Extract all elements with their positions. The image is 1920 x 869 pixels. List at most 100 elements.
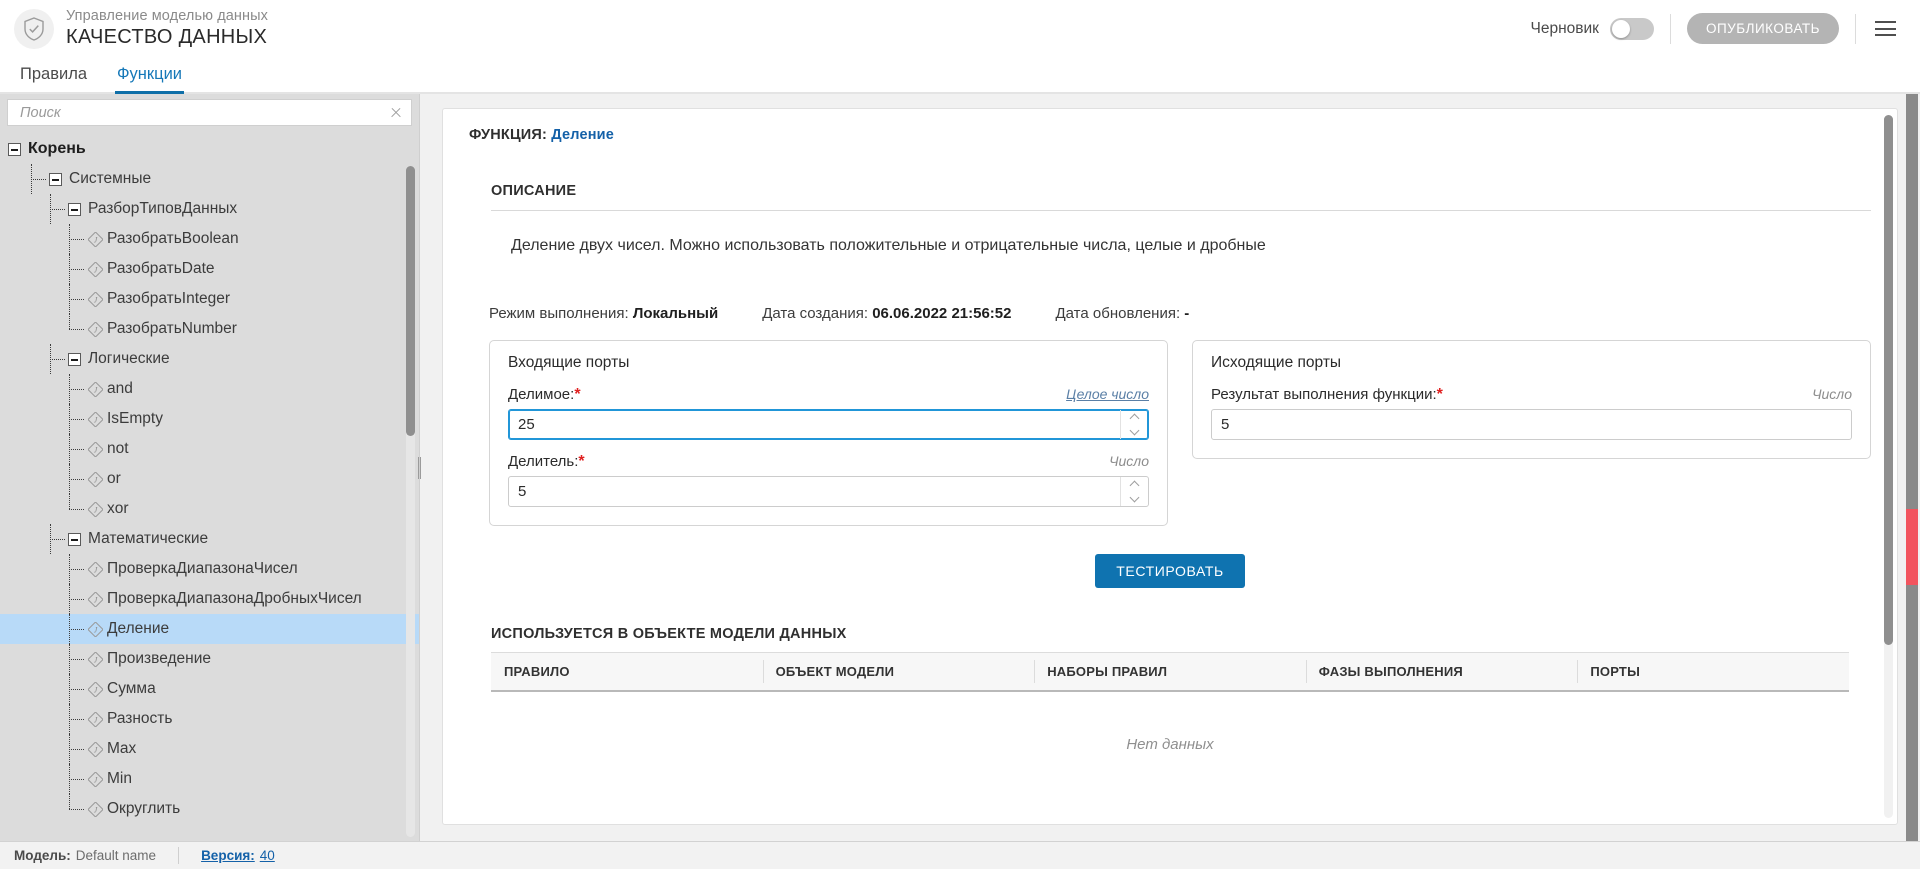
tree-item-function[interactable]: J ПроверкаДиапазонаЧисел (0, 554, 419, 584)
tree-item-folder[interactable]: Логические (0, 344, 419, 374)
card-scrollbar-thumb[interactable] (1884, 115, 1893, 645)
tree-collapse-icon[interactable] (49, 172, 62, 186)
tree-collapse-icon[interactable] (68, 202, 81, 216)
stepper-down-icon[interactable] (1129, 425, 1140, 436)
number-stepper[interactable] (1120, 477, 1148, 506)
port-field-label: Делитель: (508, 453, 579, 470)
usage-column-header[interactable]: ФАЗЫ ВЫПОЛНЕНИЯ (1305, 652, 1578, 692)
port-type-label: Число (1109, 453, 1149, 469)
tree-item-function[interactable]: Jand (0, 374, 419, 404)
tree-item-function[interactable]: Jxor (0, 494, 419, 524)
tree-item-label: Разность (107, 710, 173, 727)
function-diamond-icon: J (87, 471, 103, 487)
function-diamond-icon: J (87, 291, 103, 307)
search-input[interactable] (18, 103, 387, 122)
tree-item-function[interactable]: Jnot (0, 434, 419, 464)
port-field: Делимое:* Целое число (508, 386, 1149, 440)
port-value-input[interactable] (509, 410, 1120, 439)
description-section-title: ОПИСАНИЕ (491, 183, 577, 199)
port-input-wrapper[interactable] (508, 409, 1149, 440)
tree-item-folder[interactable]: Математические (0, 524, 419, 554)
tree-item-function[interactable]: J Произведение (0, 644, 419, 674)
function-name-link[interactable]: Деление (551, 127, 614, 143)
stepper-up-icon[interactable] (1129, 480, 1140, 491)
tree-item-function[interactable]: J Разность (0, 704, 419, 734)
port-input-wrapper[interactable] (508, 476, 1149, 507)
splitter-grip (417, 456, 421, 479)
tree-item-function[interactable]: J РазобратьBoolean (0, 224, 419, 254)
search-box[interactable] (7, 99, 412, 126)
tree-elbow-connector (65, 704, 87, 734)
tree-item-folder[interactable]: РазборТиповДанных (0, 194, 419, 224)
usage-column-header[interactable]: НАБОРЫ ПРАВИЛ (1034, 652, 1306, 692)
tree-item-folder[interactable]: Системные (0, 164, 419, 194)
hamburger-menu-icon[interactable] (1868, 12, 1902, 46)
scrollbar-error-marker[interactable] (1906, 509, 1918, 585)
function-diamond-icon: J (87, 261, 103, 277)
tab-rules[interactable]: Правила (18, 65, 89, 92)
tree-item-function[interactable]: J IsEmpty (0, 404, 419, 434)
tree-collapse-icon[interactable] (8, 142, 21, 156)
svg-text:J: J (93, 715, 97, 724)
usage-column-header[interactable]: ПРАВИЛО (491, 652, 763, 692)
draft-toggle[interactable] (1609, 17, 1654, 40)
tree-item-function[interactable]: J Деление (0, 614, 419, 644)
function-diamond-icon: J (87, 741, 103, 757)
tree-item-function[interactable]: J РазобратьDate (0, 254, 419, 284)
number-stepper[interactable] (1120, 410, 1148, 439)
tree-item-label: ПроверкаДиапазонаДробныхЧисел (107, 590, 362, 607)
tree-item-label: Сумма (107, 680, 156, 697)
usage-column-header[interactable]: ОБЪЕКТ МОДЕЛИ (762, 652, 1035, 692)
svg-text:J: J (93, 625, 97, 634)
tree-item-function[interactable]: Jor (0, 464, 419, 494)
panel-splitter[interactable] (413, 94, 425, 841)
stepper-up-icon[interactable] (1129, 413, 1140, 424)
function-metadata-row: Режим выполнения: Локальный Дата создания… (489, 305, 1871, 322)
stepper-down-icon[interactable] (1129, 492, 1140, 503)
tree-collapse-icon[interactable] (68, 352, 81, 366)
tree-item-function[interactable]: J Сумма (0, 674, 419, 704)
tree-item-function[interactable]: J РазобратьInteger (0, 284, 419, 314)
tree-item-label: Произведение (107, 650, 211, 667)
function-diamond-icon: J (87, 501, 103, 517)
tree-item-folder[interactable]: Корень (0, 134, 419, 164)
tree-item-function[interactable]: J РазобратьNumber (0, 314, 419, 344)
port-field: Делитель:* Число (508, 453, 1149, 507)
app-header: Управление моделью данных КАЧЕСТВО ДАННЫ… (0, 0, 1920, 57)
tree-item-label: Деление (107, 620, 170, 637)
publish-button[interactable]: ОПУБЛИКОВАТЬ (1686, 13, 1839, 44)
tree-item-function[interactable]: J Min (0, 764, 419, 794)
port-field-label: Результат выполнения функции: (1211, 386, 1437, 403)
outgoing-ports-title: Исходящие порты (1211, 354, 1342, 371)
card-vertical-scrollbar[interactable] (1884, 115, 1893, 818)
port-value-input[interactable] (509, 477, 1120, 506)
port-field-label-wrap: Делимое:* (508, 386, 581, 404)
tree-item-function[interactable]: J Округлить (0, 794, 419, 824)
test-button[interactable]: ТЕСТИРОВАТЬ (1095, 554, 1245, 588)
tree-item-label: Округлить (107, 800, 181, 817)
tree-elbow-connector (65, 464, 87, 494)
tab-functions[interactable]: Функции (115, 65, 185, 94)
draft-group: Черновик (1531, 17, 1670, 40)
close-icon[interactable] (387, 104, 405, 122)
window-scrollbar-track[interactable] (1906, 94, 1918, 841)
port-input-wrapper[interactable] (1211, 409, 1852, 440)
status-version-link[interactable]: Версия: 40 (201, 848, 297, 863)
tree-item-label: and (107, 380, 133, 397)
tree-item-function[interactable]: J Max (0, 734, 419, 764)
tree-elbow-connector (65, 584, 87, 614)
tree-collapse-icon[interactable] (68, 532, 81, 546)
port-type-link[interactable]: Целое число (1066, 386, 1149, 402)
port-value-input[interactable] (1212, 410, 1851, 439)
usage-column-header[interactable]: ПОРТЫ (1577, 652, 1849, 692)
tree-item-function[interactable]: J ПроверкаДиапазонаДробныхЧисел (0, 584, 419, 614)
window-vertical-scrollbar[interactable] (1903, 94, 1920, 841)
